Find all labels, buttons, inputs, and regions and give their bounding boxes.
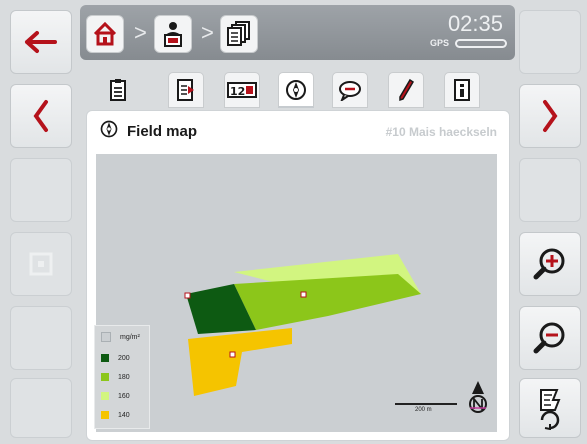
task-list-icon — [227, 21, 250, 46]
empty-left-slot-2 — [10, 306, 72, 370]
legend-swatch — [101, 411, 109, 419]
clipboard-icon — [110, 79, 126, 101]
tab-bar: 12 — [86, 70, 510, 110]
document-arrow-icon — [177, 79, 194, 101]
square-icon — [29, 252, 53, 276]
chevron-right-icon — [543, 100, 558, 132]
rotate-map-button[interactable] — [519, 378, 581, 438]
field-marker — [184, 292, 191, 299]
home-breadcrumb[interactable] — [86, 15, 124, 53]
field-map-drawing — [184, 254, 487, 413]
home-icon — [93, 21, 117, 46]
legend-header: mg/m² — [101, 332, 140, 342]
tab-data-transfer[interactable] — [168, 72, 204, 108]
north-arrow-icon — [469, 381, 487, 413]
empty-right-slot-1 — [519, 10, 581, 74]
legend-unit: mg/m² — [120, 333, 140, 341]
compass-icon — [286, 79, 306, 100]
field-marker — [229, 351, 236, 358]
field-map-canvas[interactable] — [96, 154, 497, 432]
chevron-left-icon — [33, 100, 48, 132]
tab-counters[interactable]: 12 — [224, 72, 260, 108]
next-button[interactable] — [519, 84, 581, 148]
speech-bubble-icon — [339, 81, 361, 101]
empty-right-slot-2 — [519, 158, 581, 222]
field-area-mid-green — [234, 274, 421, 330]
legend-item: 200 — [101, 354, 130, 362]
header-bar: > > 02:35 GPS — [80, 5, 515, 60]
legend-label: 140 — [118, 411, 130, 419]
empty-left-slot-3 — [10, 378, 72, 438]
breadcrumb-separator: > — [201, 20, 214, 45]
tab-edit[interactable] — [388, 72, 424, 108]
legend-label: 160 — [118, 392, 130, 400]
field-marker — [300, 291, 307, 298]
legend-unit-swatch — [101, 332, 111, 342]
previous-button[interactable] — [10, 84, 72, 148]
breadcrumb-separator: > — [134, 20, 147, 45]
disabled-left-button — [10, 232, 72, 296]
legend-label: 200 — [118, 354, 130, 362]
page-title: Field map — [127, 123, 198, 140]
legend-item: 180 — [101, 373, 130, 381]
scale-bar — [395, 403, 457, 405]
tab-field-map[interactable] — [278, 72, 314, 108]
clock: 02:35 — [447, 11, 503, 36]
gps-signal-bar — [455, 39, 507, 48]
zoom-in-icon — [533, 248, 565, 280]
gps-label: GPS — [429, 38, 449, 48]
tab-comments[interactable] — [332, 72, 368, 108]
task-list-breadcrumb[interactable] — [220, 15, 258, 53]
rotate-map-icon — [540, 389, 561, 430]
task-controller-icon — [164, 22, 182, 47]
info-document-icon — [454, 79, 470, 101]
zoom-in-button[interactable] — [519, 232, 581, 296]
legend-label: 180 — [118, 373, 130, 381]
empty-left-slot-1 — [10, 158, 72, 222]
arrow-left-icon — [25, 31, 57, 53]
field-area-yellow — [188, 328, 292, 396]
zoom-out-button[interactable] — [519, 306, 581, 370]
task-controller-breadcrumb[interactable] — [154, 15, 192, 53]
compass-icon — [100, 120, 118, 138]
legend-swatch — [101, 373, 109, 381]
legend-swatch — [101, 392, 109, 400]
pencil-icon — [399, 78, 415, 102]
counter-icon: 12 — [227, 82, 257, 98]
legend-swatch — [101, 354, 109, 362]
scale-label: 200 m — [415, 407, 432, 413]
back-button[interactable] — [10, 10, 72, 74]
tab-information[interactable] — [444, 72, 480, 108]
zoom-out-icon — [533, 322, 565, 354]
legend-item: 160 — [101, 392, 130, 400]
legend-item: 140 — [101, 411, 130, 419]
map-legend: mg/m² 200 180 160 140 — [94, 325, 150, 429]
tab-task-info[interactable] — [100, 72, 136, 108]
svg-text:12: 12 — [230, 85, 245, 98]
task-name: #10 Mais haeckseln — [385, 125, 497, 139]
